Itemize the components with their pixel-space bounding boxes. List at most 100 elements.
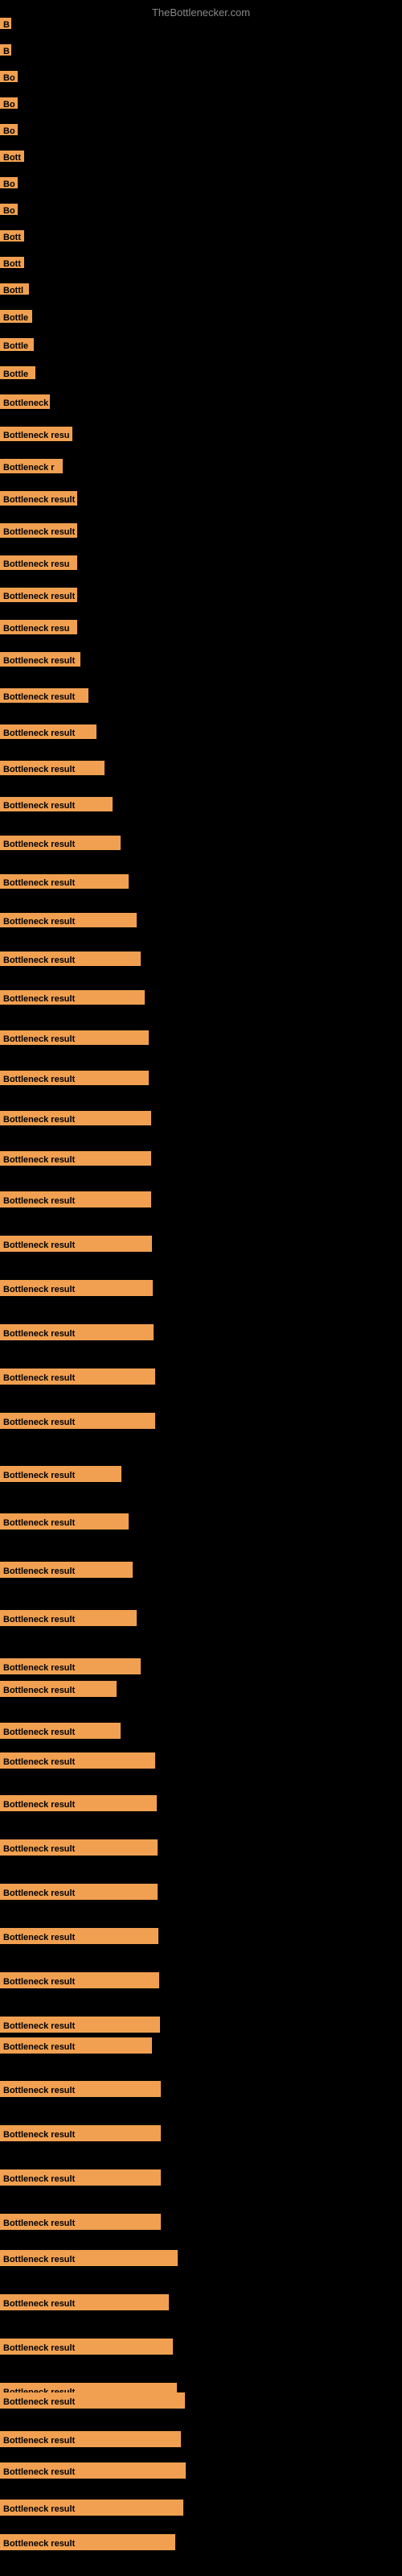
bar-label-14: Bottle [0,366,35,379]
bar-item-47: Bottleneck result [0,1658,141,1678]
bar-item-39: Bottleneck result [0,1280,153,1300]
bar-label-57: Bottleneck result [0,2037,152,2054]
bar-label-51: Bottleneck result [0,1795,157,1811]
bar-label-24: Bottleneck result [0,688,88,703]
bar-item-69: Bottleneck result [0,2500,183,2520]
bar-label-69: Bottleneck result [0,2500,183,2516]
bar-item-25: Bottleneck result [0,724,96,743]
bar-item-20: Bottleneck resu [0,555,77,574]
bar-item-60: Bottleneck result [0,2169,161,2190]
bar-label-58: Bottleneck result [0,2081,161,2097]
bar-item-49: Bottleneck result [0,1723,121,1743]
bar-label-10: Bott [0,257,24,268]
bar-item-62: Bottleneck result [0,2250,178,2270]
bar-label-53: Bottleneck result [0,1884,158,1900]
bar-item-11: Bottl [0,283,29,299]
bar-item-23: Bottleneck result [0,652,80,671]
bar-item-31: Bottleneck result [0,952,141,970]
bar-label-28: Bottleneck result [0,836,121,850]
bar-label-46: Bottleneck result [0,1610,137,1626]
bar-item-12: Bottle [0,310,32,327]
bar-item-24: Bottleneck result [0,688,88,707]
bar-item-18: Bottleneck result [0,491,77,510]
bar-item-45: Bottleneck result [0,1562,133,1582]
bar-label-6: Bott [0,151,24,162]
bar-item-10: Bott [0,257,24,272]
bar-item-26: Bottleneck result [0,761,105,779]
bar-item-4: Bo [0,97,18,113]
bar-label-38: Bottleneck result [0,1236,152,1252]
bar-label-31: Bottleneck result [0,952,141,966]
bar-item-37: Bottleneck result [0,1191,151,1212]
bar-label-16: Bottleneck resu [0,427,72,441]
bar-item-28: Bottleneck result [0,836,121,854]
bar-label-62: Bottleneck result [0,2250,178,2266]
bar-label-64: Bottleneck result [0,2339,173,2355]
bar-label-11: Bottl [0,283,29,295]
bar-label-3: Bo [0,71,18,82]
bar-label-55: Bottleneck result [0,1972,159,1988]
bar-label-21: Bottleneck result [0,588,77,602]
bar-label-70: Bottleneck result [0,2534,175,2550]
bar-label-4: Bo [0,97,18,109]
bar-item-22: Bottleneck resu [0,620,77,638]
bar-label-48: Bottleneck result [0,1681,117,1697]
bar-label-37: Bottleneck result [0,1191,151,1208]
bar-item-59: Bottleneck result [0,2125,161,2145]
bar-label-17: Bottleneck r [0,459,63,473]
bar-item-64: Bottleneck result [0,2339,173,2359]
bar-item-17: Bottleneck r [0,459,63,477]
bar-item-34: Bottleneck result [0,1071,149,1089]
bar-item-43: Bottleneck result [0,1466,121,1486]
bar-label-27: Bottleneck result [0,797,113,811]
bar-item-29: Bottleneck result [0,874,129,893]
bar-item-32: Bottleneck result [0,990,145,1009]
bar-label-41: Bottleneck result [0,1368,155,1385]
bar-label-2: B [0,44,11,56]
bar-item-52: Bottleneck result [0,1839,158,1860]
bar-label-33: Bottleneck result [0,1030,149,1045]
bar-label-36: Bottleneck result [0,1151,151,1166]
bar-label-18: Bottleneck result [0,491,77,506]
bar-label-20: Bottleneck resu [0,555,77,570]
bar-label-25: Bottleneck result [0,724,96,739]
bar-label-52: Bottleneck result [0,1839,158,1856]
site-title: TheBottlenecker.com [0,0,402,22]
bar-label-1: B [0,18,11,29]
bar-item-48: Bottleneck result [0,1681,117,1701]
bar-item-35: Bottleneck result [0,1111,151,1129]
bar-item-27: Bottleneck result [0,797,113,815]
bar-label-15: Bottleneck [0,394,50,409]
bar-item-44: Bottleneck result [0,1513,129,1534]
bar-label-39: Bottleneck result [0,1280,153,1296]
bar-label-47: Bottleneck result [0,1658,141,1674]
bar-item-57: Bottleneck result [0,2037,152,2058]
bar-item-8: Bo [0,204,18,219]
bar-label-60: Bottleneck result [0,2169,161,2186]
bar-item-16: Bottleneck resu [0,427,72,445]
bar-label-42: Bottleneck result [0,1413,155,1429]
bar-label-9: Bott [0,230,24,242]
bar-item-30: Bottleneck result [0,913,137,931]
bar-label-45: Bottleneck result [0,1562,133,1578]
bar-label-13: Bottle [0,338,34,351]
bar-item-15: Bottleneck [0,394,50,413]
bar-label-19: Bottleneck result [0,523,77,538]
bar-item-42: Bottleneck result [0,1413,155,1433]
bar-label-59: Bottleneck result [0,2125,161,2141]
bar-item-63: Bottleneck result [0,2294,169,2314]
bar-label-30: Bottleneck result [0,913,137,927]
bar-label-5: Bo [0,124,18,135]
bar-item-38: Bottleneck result [0,1236,152,1256]
bar-label-43: Bottleneck result [0,1466,121,1482]
bar-item-14: Bottle [0,366,35,383]
bar-label-22: Bottleneck resu [0,620,77,634]
bar-item-53: Bottleneck result [0,1884,158,1904]
bar-label-50: Bottleneck result [0,1752,155,1769]
bar-item-55: Bottleneck result [0,1972,159,1992]
bar-item-21: Bottleneck result [0,588,77,606]
bar-label-54: Bottleneck result [0,1928,158,1944]
bar-item-13: Bottle [0,338,34,355]
bar-item-67: Bottleneck result [0,2431,181,2451]
bar-item-2: B [0,44,11,60]
